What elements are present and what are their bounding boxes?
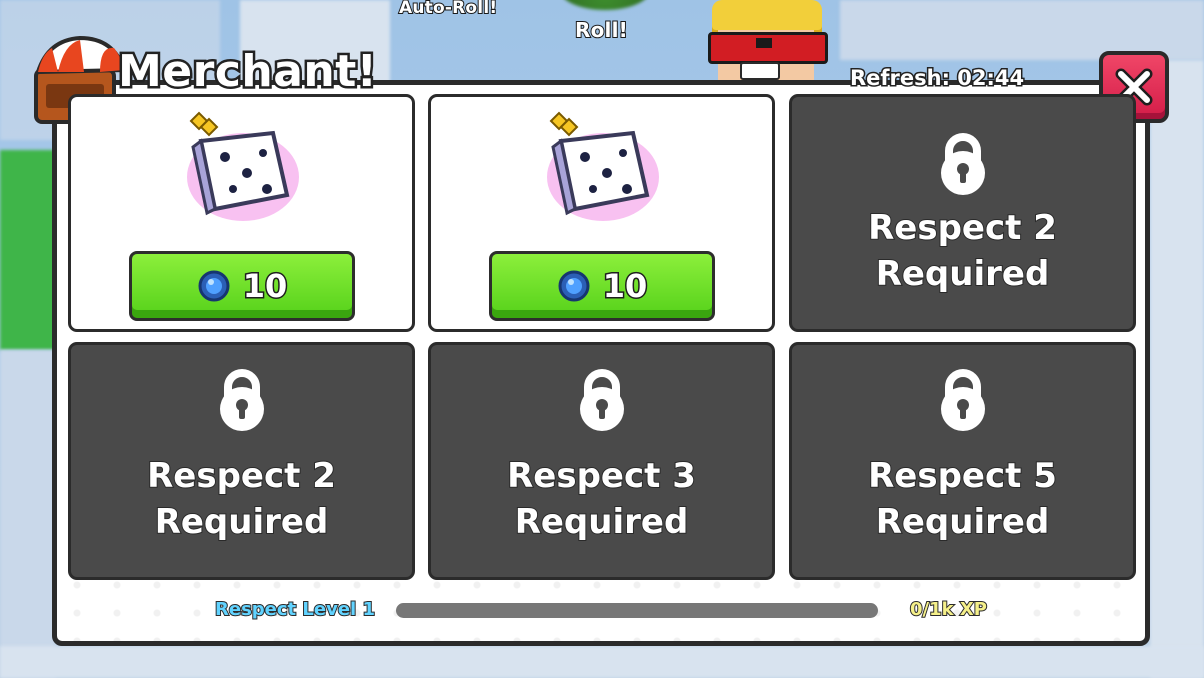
game-scene: Auto-Roll! Roll! Merchant! Refresh: 02:4… [0,0,1204,678]
padlock-icon [579,369,624,431]
player-avatar [704,0,828,85]
lock-requirement-line1: Respect 2 [146,455,337,497]
locked-item-card-4: Respect 2 Required [68,342,415,580]
bg-tree [560,0,650,10]
lock-requirement-line1: Respect 3 [506,455,697,497]
shop-item-card-1[interactable]: 10 [68,94,415,332]
respect-level-label: Respect Level 1 [214,598,376,621]
bg-building [1150,60,1204,678]
padlock-icon [940,133,985,195]
dice-icon [186,111,299,221]
dice-icon [546,111,659,221]
padlock-icon [219,369,264,431]
bg-floor [0,646,1204,678]
lock-requirement-line2: Required [514,501,690,543]
bg-building [0,350,55,678]
merchant-title: Merchant! [115,44,379,100]
lock-requirement-line2: Required [875,501,1051,543]
price-value: 10 [241,266,289,307]
bg-grass [0,150,60,350]
price-value: 10 [601,266,649,307]
locked-item-card-3: Respect 2 Required [789,94,1136,332]
auto-roll-label[interactable]: Auto-Roll! [398,0,498,19]
lock-requirement-line2: Required [875,253,1051,295]
buy-button[interactable]: 10 [129,251,355,321]
padlock-icon [940,369,985,431]
locked-item-card-6: Respect 5 Required [789,342,1136,580]
gem-coin-icon [198,270,230,302]
gem-coin-icon [558,270,590,302]
xp-progress-bar [396,603,878,618]
buy-button[interactable]: 10 [489,251,715,321]
xp-label: 0/1k XP [909,598,988,621]
lock-requirement-line2: Required [154,501,330,543]
roll-label[interactable]: Roll! [574,17,629,43]
lock-requirement-line1: Respect 5 [867,455,1058,497]
shop-item-card-2[interactable]: 10 [428,94,775,332]
refresh-timer: Refresh: 02:44 [848,65,1025,92]
lock-requirement-line1: Respect 2 [867,207,1058,249]
locked-item-card-5: Respect 3 Required [428,342,775,580]
